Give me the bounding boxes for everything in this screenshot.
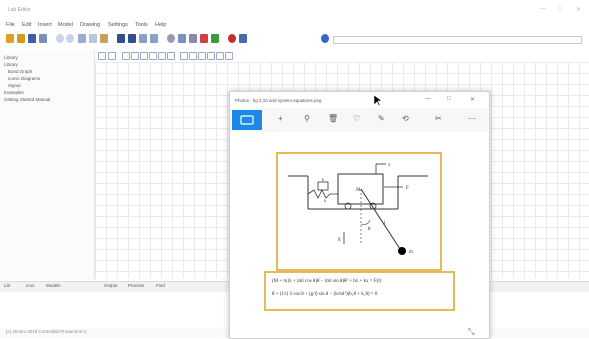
- equations-box: [264, 271, 455, 311]
- resize-icon[interactable]: ⤡: [468, 327, 474, 337]
- mechanical-diagram: x F M k b θ l m g: [276, 152, 442, 271]
- label-l: l: [384, 221, 386, 226]
- paste-icon[interactable]: [100, 34, 108, 43]
- rectangle-tool-icon[interactable]: [140, 52, 148, 60]
- tab-icon[interactable]: Icon: [26, 283, 35, 288]
- arrow-left-icon[interactable]: [117, 34, 125, 43]
- record-icon[interactable]: [228, 34, 236, 43]
- polyline-tool-icon[interactable]: [131, 52, 139, 60]
- print-icon[interactable]: [39, 34, 47, 43]
- tab-lib[interactable]: Lib: [4, 283, 10, 288]
- run-icon[interactable]: [239, 34, 247, 43]
- lock-icon[interactable]: [200, 34, 208, 43]
- zoom-icon[interactable]: [167, 34, 175, 43]
- close-button[interactable]: ✕: [576, 6, 581, 13]
- photos-maximize-button[interactable]: □: [447, 96, 451, 102]
- label-m: M: [356, 188, 361, 193]
- line-tool-icon[interactable]: [122, 52, 130, 60]
- align-left-icon[interactable]: [180, 52, 188, 60]
- arrow-down-icon[interactable]: [139, 34, 147, 43]
- connect-tool-icon[interactable]: [108, 52, 116, 60]
- menu-edit[interactable]: Edit: [22, 22, 31, 28]
- group-icon[interactable]: [225, 52, 233, 60]
- photos-title: Photos - fig 2.10 and system equations.p…: [235, 98, 322, 103]
- maximize-button[interactable]: □: [558, 6, 562, 12]
- rotate-icon[interactable]: [207, 52, 215, 60]
- photos-close-button[interactable]: ✕: [470, 96, 475, 103]
- zoom-in-icon[interactable]: +: [278, 114, 283, 123]
- tab-process[interactable]: Process: [128, 283, 144, 288]
- save-icon[interactable]: [28, 34, 36, 43]
- label-b: b: [322, 177, 324, 182]
- favorite-icon[interactable]: ♡: [353, 114, 360, 123]
- enhance-button[interactable]: [232, 110, 262, 130]
- text-tool-icon[interactable]: [158, 52, 166, 60]
- edit-icon[interactable]: ✎: [378, 114, 385, 123]
- label-k: k: [324, 198, 326, 203]
- ellipse-tool-icon[interactable]: [149, 52, 157, 60]
- library-item-iconic-diagrams[interactable]: Iconic Diagrams: [8, 76, 40, 81]
- stop-icon[interactable]: [321, 34, 329, 43]
- open-icon[interactable]: [17, 34, 25, 43]
- undo-icon[interactable]: [56, 34, 64, 43]
- label-theta: θ: [368, 227, 371, 232]
- new-icon[interactable]: [6, 34, 14, 43]
- enhance-icon: [240, 115, 254, 125]
- menu-settings[interactable]: Settings: [108, 22, 128, 28]
- minimize-button[interactable]: —: [540, 6, 546, 12]
- equation-2: θ̈ + (1/l) ẍ cos θ + (g/l) sin θ − (k/ml…: [272, 292, 378, 297]
- library-item-signal[interactable]: Signal: [8, 83, 21, 88]
- photos-minimize-button[interactable]: —: [425, 96, 431, 102]
- title-bar: [0, 0, 589, 18]
- library-item-bond-graph[interactable]: Bond Graph: [8, 69, 32, 74]
- delete-icon[interactable]: 🗑: [328, 114, 338, 123]
- settings-icon[interactable]: [178, 34, 186, 43]
- label-f: F: [406, 186, 409, 191]
- align-center-icon[interactable]: [189, 52, 197, 60]
- status-text: (c) 20-sim 2019 Controllab Products B.V.: [6, 329, 88, 334]
- app-title: Lab Editor: [8, 7, 31, 13]
- mouse-cursor-icon: [373, 94, 383, 109]
- tab-output[interactable]: Output: [104, 283, 118, 288]
- library-item-getting-started[interactable]: Getting Started Manual: [4, 97, 50, 102]
- menu-file[interactable]: File: [6, 22, 15, 28]
- equation-1: (M + m)ẍ + (ml cos θ)θ̈ − (ml sin θ)θ̇² …: [272, 279, 382, 284]
- align-right-icon[interactable]: [198, 52, 206, 60]
- label-x: x: [388, 163, 391, 168]
- crop-icon[interactable]: ✂: [435, 114, 442, 123]
- arrow-right-icon[interactable]: [150, 34, 158, 43]
- label-g: g: [338, 237, 341, 242]
- zoom-icon[interactable]: ⚲: [304, 114, 310, 123]
- select-tool-icon[interactable]: [98, 52, 106, 60]
- cart-pendulum-drawing: x F M k b θ l m g: [288, 163, 428, 255]
- tab-models[interactable]: Models: [46, 283, 61, 288]
- library-item[interactable]: Library: [4, 62, 18, 67]
- menu-insert[interactable]: Insert: [38, 22, 52, 28]
- more-icon[interactable]: ⋯: [468, 114, 476, 123]
- library-item-examples[interactable]: Examples: [4, 90, 24, 95]
- menu-model[interactable]: Model: [58, 22, 73, 28]
- flip-icon[interactable]: [216, 52, 224, 60]
- copy-icon[interactable]: [89, 34, 97, 43]
- image-tool-icon[interactable]: [167, 52, 175, 60]
- label-mass: m: [409, 250, 413, 255]
- arrow-up-icon[interactable]: [128, 34, 136, 43]
- pencil-icon[interactable]: [211, 34, 219, 43]
- menu-drawing[interactable]: Drawing: [80, 22, 100, 28]
- search-input[interactable]: [333, 36, 582, 44]
- cut-icon[interactable]: [78, 34, 86, 43]
- menu-tools[interactable]: Tools: [135, 22, 148, 28]
- pen-icon[interactable]: [189, 34, 197, 43]
- menu-help[interactable]: Help: [155, 22, 166, 28]
- redo-icon[interactable]: [66, 34, 74, 43]
- rotate-icon[interactable]: ⟲: [402, 114, 409, 123]
- tab-find[interactable]: Find: [156, 283, 165, 288]
- library-root[interactable]: Library: [4, 55, 18, 60]
